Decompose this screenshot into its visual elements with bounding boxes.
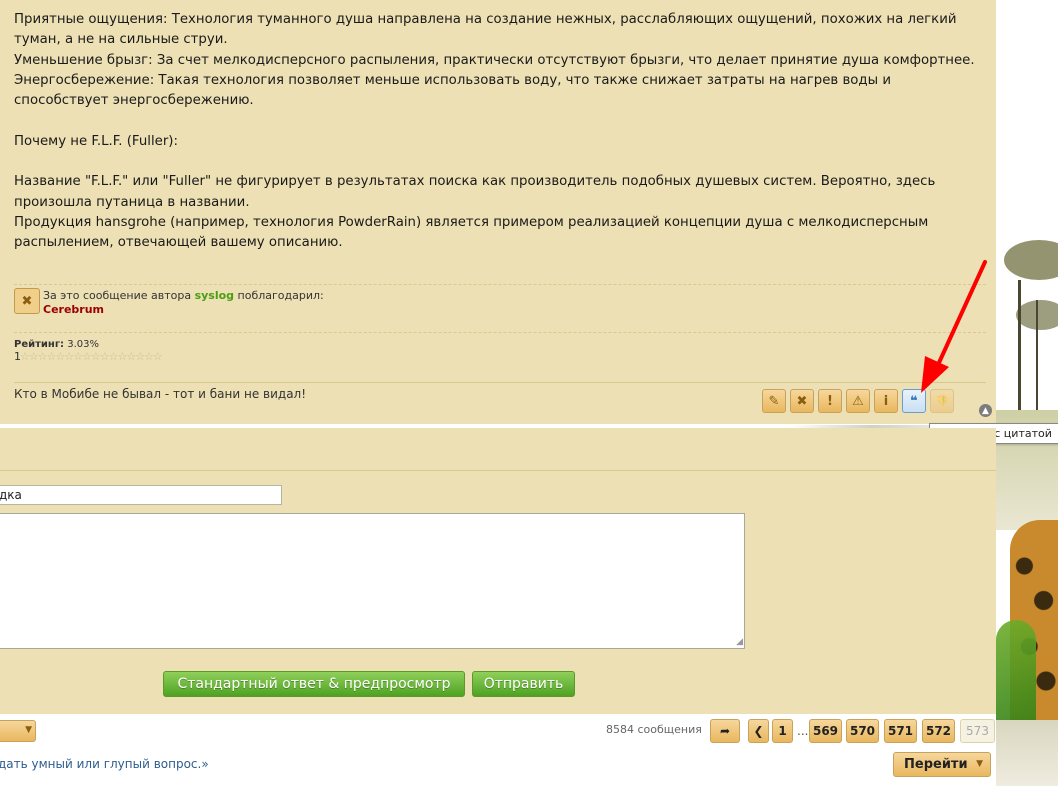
footer-quote-link[interactable]: дать умный или глупый вопрос.»: [0, 757, 209, 771]
ground-foreground: [996, 720, 1058, 786]
divider: [0, 470, 996, 471]
thumbs-down-icon: 👎: [935, 394, 949, 408]
warn-button[interactable]: ⚠: [846, 389, 870, 413]
goto-label: Перейти: [904, 757, 968, 772]
signature-divider: [14, 382, 986, 383]
scroll-up-icon[interactable]: ▲: [979, 404, 992, 417]
page-link[interactable]: 570: [846, 719, 879, 743]
post-paragraph: Название "F.L.F." или "Fuller" не фигури…: [14, 174, 936, 210]
post-paragraph: Уменьшение брызг: За счет мелкодисперсно…: [14, 52, 975, 68]
tree-trunk: [1018, 280, 1021, 410]
preview-button[interactable]: Стандартный ответ & предпросмотр: [163, 671, 465, 697]
chevron-down-icon: ▼: [25, 725, 32, 735]
delete-button[interactable]: ✖: [790, 389, 814, 413]
post-paragraph: Приятные ощущения: Технология туманного …: [14, 12, 957, 48]
quick-reply-form: дка ◢ Стандартный ответ & предпросмотр О…: [0, 428, 996, 714]
post-paragraph: Почему не F.L.F. (Fuller):: [14, 133, 178, 149]
star-icons[interactable]: ☆☆☆☆☆☆☆☆☆☆☆☆☆☆☆☆: [20, 350, 163, 363]
report-button[interactable]: !: [818, 389, 842, 413]
exclamation-icon: !: [827, 393, 833, 409]
subject-input[interactable]: дка: [0, 485, 282, 505]
send-button[interactable]: Отправить: [472, 671, 575, 697]
divider: [14, 284, 986, 285]
post-paragraph: Энергосбережение: Такая технология позво…: [14, 72, 891, 109]
page-link[interactable]: 571: [884, 719, 917, 743]
chevron-down-icon: ▼: [976, 759, 983, 769]
chevron-left-icon: ❮: [753, 724, 764, 738]
thanks-author[interactable]: syslog: [195, 289, 234, 302]
post-content: Приятные ощущения: Технология туманного …: [14, 10, 986, 254]
thread-tools-button[interactable]: ▼: [0, 720, 36, 742]
dislike-button[interactable]: 👎: [930, 389, 954, 413]
forum-post: Приятные ощущения: Технология туманного …: [0, 0, 996, 424]
info-icon: i: [883, 393, 889, 409]
quote-icon: ❝: [910, 393, 918, 409]
rating-label: Рейтинг: 3.03%: [14, 339, 100, 350]
page-link[interactable]: 569: [809, 719, 842, 743]
rating-stars[interactable]: 1☆☆☆☆☆☆☆☆☆☆☆☆☆☆☆☆: [14, 350, 163, 363]
pencil-icon: ✎: [768, 393, 780, 409]
post-paragraph: Продукция hansgrohe (например, технологи…: [14, 214, 929, 251]
post-signature: Кто в Мобибе не бывал - тот и бани не ви…: [14, 387, 307, 401]
divider: [14, 332, 986, 333]
post-actions: ✎ ✖ ! ⚠ i ❝ 👎: [762, 389, 954, 413]
current-page: 573: [960, 719, 995, 743]
post-paragraph-blank: [14, 152, 986, 172]
info-button[interactable]: i: [874, 389, 898, 413]
page-link[interactable]: 572: [922, 719, 955, 743]
quote-button[interactable]: ❝: [902, 389, 926, 413]
pagination-ellipsis: ...: [797, 724, 809, 738]
tree-trunk: [1036, 300, 1038, 410]
background-scenery: [996, 0, 1058, 786]
delete-icon: ✖: [796, 393, 808, 409]
jump-to-page-button[interactable]: ➦: [710, 719, 740, 743]
edit-button[interactable]: ✎: [762, 389, 786, 413]
page-link[interactable]: 1: [772, 719, 793, 743]
jump-arrow-icon: ➦: [719, 724, 731, 738]
message-textarea[interactable]: ◢: [0, 513, 745, 649]
warning-icon: ⚠: [852, 393, 864, 409]
remove-thanks-icon[interactable]: ✖: [14, 288, 40, 314]
resize-handle-icon[interactable]: ◢: [736, 637, 743, 647]
post-paragraph-blank: [14, 111, 986, 131]
goto-button[interactable]: Перейти ▼: [893, 752, 991, 777]
prev-page-button[interactable]: ❮: [748, 719, 769, 743]
pagination-bar: ▼ 8584 сообщения ➦ ❮ 1 ... 569 570 571 5…: [0, 714, 996, 786]
rating-value: 3.03%: [67, 339, 100, 350]
thanks-text: За это сообщение автора syslog поблагода…: [43, 289, 324, 302]
post-count: 8584 сообщения: [606, 723, 702, 736]
thanks-user-link[interactable]: Cerebrum: [43, 303, 104, 316]
